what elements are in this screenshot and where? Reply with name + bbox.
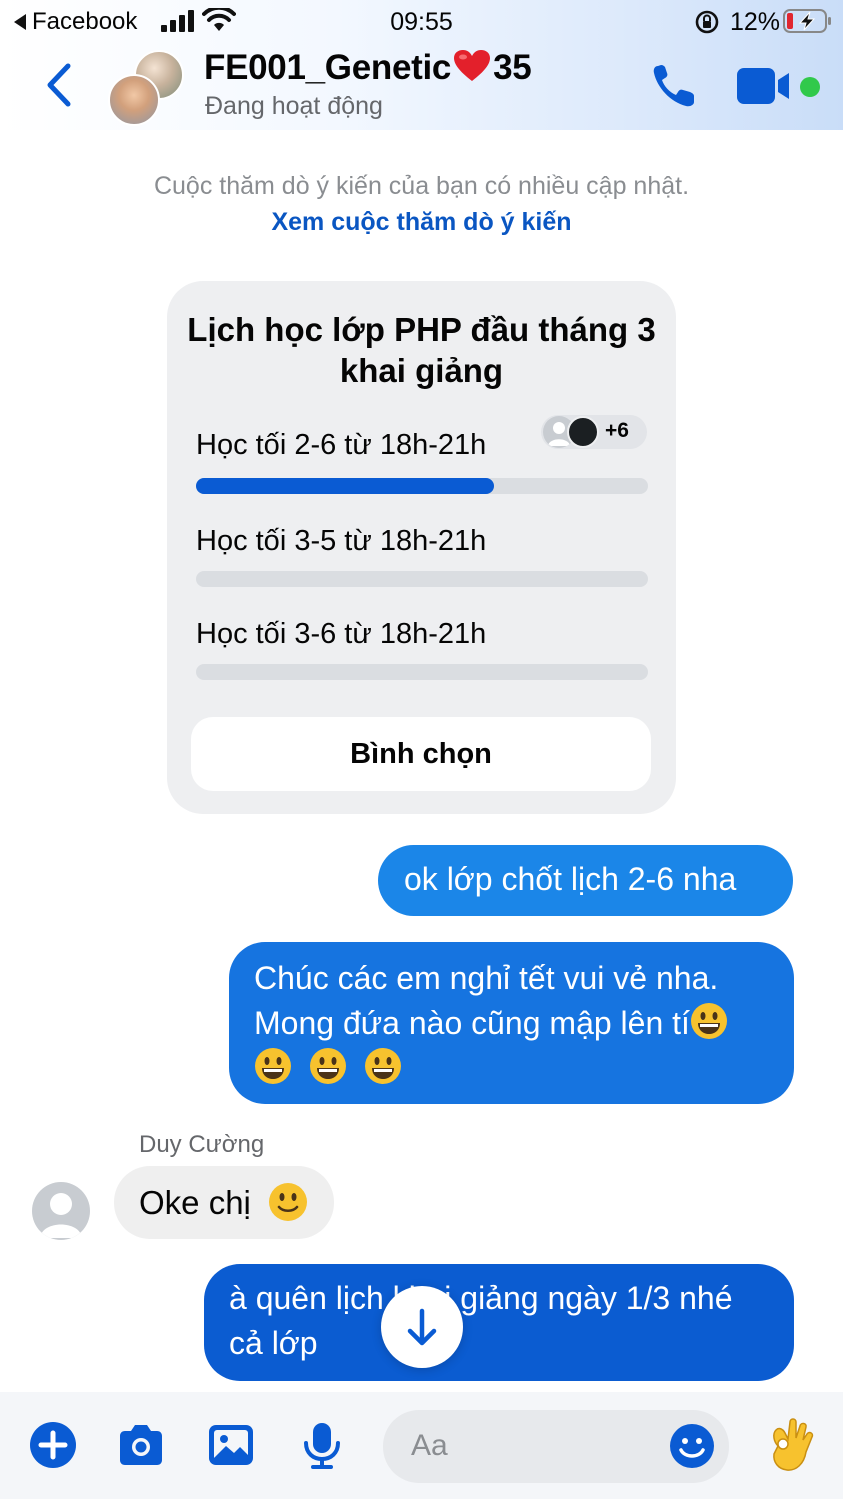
- message-text: Chúc các em nghỉ tết vui vẻ nha.: [254, 960, 719, 996]
- poll-card[interactable]: Lịch học lớp PHP đầu tháng 3 khai giảng …: [167, 281, 676, 814]
- plus-icon[interactable]: [28, 1420, 78, 1470]
- grinning-face-emoji-icon: [255, 1048, 291, 1084]
- microphone-icon[interactable]: [297, 1420, 347, 1470]
- more-voters-count: +6: [605, 419, 629, 442]
- scroll-to-bottom-button[interactable]: [381, 1286, 463, 1368]
- photo-gallery-icon[interactable]: [206, 1420, 256, 1470]
- chat-title[interactable]: FE001_Genetic 35: [204, 48, 532, 88]
- message-text: Oke chị: [139, 1184, 251, 1221]
- message-text: ok lớp chốt lịch 2-6 nha: [404, 861, 737, 897]
- slightly-smiling-face-emoji-icon: [269, 1183, 308, 1221]
- battery-percent: 12%: [730, 8, 781, 36]
- emoji-picker-icon[interactable]: [668, 1422, 716, 1470]
- poll-option-label: Học tối 3-6 từ 18h-21h: [196, 618, 487, 650]
- poll-update-notice: Cuộc thăm dò ý kiến của bạn có nhiều cập…: [153, 172, 690, 200]
- message-input-field[interactable]: [383, 1410, 729, 1483]
- ok-hand-emoji-icon[interactable]: [764, 1416, 816, 1474]
- phone-call-icon[interactable]: [650, 62, 700, 110]
- incoming-message[interactable]: Oke chị: [114, 1166, 334, 1239]
- outgoing-message[interactable]: à quên lịch khai giảng ngày 1/3 nhé cả l…: [204, 1264, 794, 1381]
- video-call-icon[interactable]: [736, 66, 792, 106]
- poll-option-bar-fill: [196, 478, 495, 494]
- poll-option-label: Học tối 2-6 từ 18h-21h: [196, 429, 487, 461]
- voter-avatar: [567, 416, 599, 448]
- poll-option-label: Học tối 3-5 từ 18h-21h: [196, 525, 487, 557]
- message-input[interactable]: [411, 1424, 661, 1468]
- poll-option-bar: [196, 664, 648, 680]
- sender-name: Duy Cường: [139, 1131, 265, 1158]
- status-bar: Facebook 09:55 12%: [0, 0, 843, 44]
- default-avatar-icon: [40, 1193, 82, 1238]
- chat-title-number: 35: [493, 48, 532, 87]
- rotation-lock-icon: [695, 10, 719, 34]
- online-indicator: [800, 77, 820, 97]
- back-arrow-icon[interactable]: [40, 60, 80, 110]
- arrow-down-icon: [407, 1308, 437, 1346]
- grinning-face-emoji-icon: [364, 1048, 401, 1084]
- red-heart-icon: [454, 50, 491, 81]
- grinning-face-emoji-icon: [309, 1048, 346, 1084]
- view-poll-link[interactable]: Xem cuộc thăm dò ý kiến: [0, 208, 843, 237]
- sender-avatar[interactable]: [32, 1182, 90, 1240]
- message-text: cả lớp: [229, 1325, 318, 1361]
- chat-title-text: FE001_Genetic: [204, 48, 452, 87]
- poll-voters[interactable]: +6: [541, 415, 647, 449]
- poll-question: Lịch học lớp PHP đầu tháng 3 khai giảng: [187, 311, 656, 389]
- poll-option-bar: [196, 571, 648, 587]
- active-status: Đang hoạt động: [205, 92, 383, 120]
- grinning-face-emoji-icon: [690, 1003, 727, 1039]
- poll-option-bar: [196, 478, 648, 494]
- member-avatar: [108, 74, 160, 126]
- emoji-row: [254, 1046, 774, 1091]
- composer-bar: [0, 1392, 843, 1499]
- outgoing-message[interactable]: Chúc các em nghỉ tết vui vẻ nha. Mong đứ…: [229, 942, 794, 1104]
- message-text: à quên lịch khai giảng ngày 1/3 nhé: [229, 1280, 733, 1316]
- vote-button[interactable]: Bình chọn: [191, 717, 651, 791]
- chat-header: FE001_Genetic 35 Đang hoạt động: [0, 44, 843, 130]
- message-line: Mong đứa nào cũng mập lên tí: [254, 1001, 774, 1046]
- outgoing-message[interactable]: ok lớp chốt lịch 2-6 nha: [378, 845, 793, 916]
- battery-charging-icon: [783, 9, 831, 33]
- message-text: Mong đứa nào cũng mập lên tí: [254, 1005, 690, 1041]
- group-avatar[interactable]: [108, 50, 188, 126]
- camera-icon[interactable]: [116, 1420, 166, 1470]
